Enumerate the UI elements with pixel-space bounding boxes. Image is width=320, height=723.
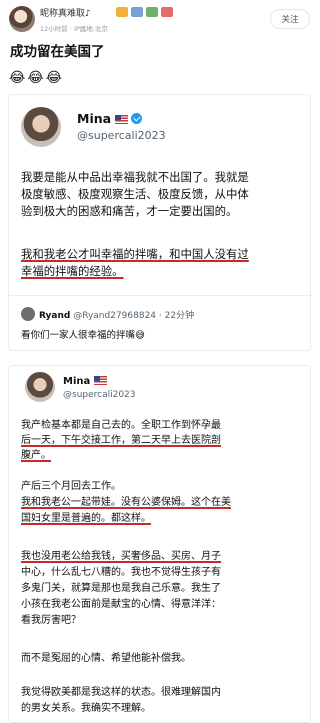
tweet-line-highlighted: 我和我老公一起带娃。没有公婆保姆。这个在美 <box>21 497 231 508</box>
follow-button[interactable]: 关注 <box>270 9 310 29</box>
embedded-screenshot-2[interactable]: Mina @supercali2023 我产检基本都是自己去的。全职工作到怀孕最… <box>8 365 311 723</box>
tweet-line: 小孩在我老公面前是献宝的心情、得意洋洋： <box>21 599 221 610</box>
tweet-line-highlighted: 腹产。 <box>21 450 51 461</box>
tweet-line: 我产检基本都是自己去的。全职工作到怀孕最 <box>21 420 221 431</box>
tweet-line-highlighted: 我也没用老公给我钱，买奢侈品、买房、月子 <box>21 551 221 562</box>
tweet-handle: @supercali2023 <box>77 129 166 142</box>
tweet-avatar <box>25 372 55 402</box>
tweet-author: Mina <box>77 111 143 126</box>
tweet-avatar <box>21 107 61 147</box>
honor-badge-icon <box>161 7 173 17</box>
quote-avatar <box>21 307 35 321</box>
tweet-paragraph-3: 我也没用老公给我钱，买奢侈品、买房、月子 中心，什么乱七八糟的。我也不觉得生孩子… <box>21 549 221 629</box>
post-title: 成功留在美国了 <box>10 44 105 60</box>
verified-icon <box>131 113 143 124</box>
quote-text: 看你们一家人很幸福的拌嘴😅 <box>21 330 145 341</box>
tweet-paragraph-5: 我觉得欧美都是我这样的状态。很难理解国内 的男女关系。我确实不理解。 <box>21 685 221 717</box>
post-header: 昵称真难取♪ 12小时前 · IP属地:北京 关注 <box>0 0 319 40</box>
quote-meta: @Ryand27968824 · 22分钟 <box>73 311 195 321</box>
us-flag-icon <box>94 376 108 385</box>
tweet-handle: @supercali2023 <box>63 390 136 400</box>
author-avatar[interactable] <box>9 6 35 32</box>
post-meta: 12小时前 · IP属地:北京 <box>40 25 108 33</box>
us-flag-icon <box>115 115 129 124</box>
tweet-paragraph-1: 我产检基本都是自己去的。全职工作到怀孕最 后一天，下午交接工作，第二天早上去医院… <box>21 418 221 463</box>
tweet-line-highlighted: 幸福的拌嘴的经验。 <box>21 264 124 278</box>
tweet-author-name: Mina <box>77 111 112 126</box>
quote-author: Ryand <box>39 311 71 321</box>
activity-badge-icon <box>146 7 158 17</box>
member-badge-icon <box>131 7 143 17</box>
embedded-screenshot-1[interactable]: Mina @supercali2023 我要是能从中品出幸福我就不出国了。我就是… <box>8 94 312 351</box>
tweet-line-highlighted: 后一天，下午交接工作，第二天早上去医院剖 <box>21 435 221 446</box>
tweet-line: 产后三个月回去工作。 <box>21 481 121 492</box>
tweet-line-highlighted: 国妇女里是普遍的。都这样。 <box>21 513 151 524</box>
tweet-paragraph-4: 而不是冤屈的心情、希望他能补偿我。 <box>21 651 191 667</box>
tweet-author-name: Mina <box>63 376 91 387</box>
tweet-line: 验到极大的困惑和痛苦，才一定要出国的。 <box>21 204 238 218</box>
tweet-paragraph-2: 产后三个月回去工作。 我和我老公一起带娃。没有公婆保姆。这个在美 国妇女里是普遍… <box>21 479 231 527</box>
tweet-line: 我觉得欧美都是我这样的状态。很难理解国内 <box>21 687 221 698</box>
tweet-line: 看我厉害吧？ <box>21 615 81 626</box>
tweet-line-highlighted: 我和我老公才叫幸福的拌嘴，和中国人没有过 <box>21 247 249 261</box>
tweet-paragraph-1: 我要是能从中品出幸福我就不出国了。我就是 极度敏感、极度观察生活、极度反馈，从中… <box>21 169 249 220</box>
tweet-line: 多鬼门关，就算是那也是我自己乐意。我生了 <box>21 583 221 594</box>
tweet-line: 而不是冤屈的心情、希望他能补偿我。 <box>21 653 191 664</box>
tweet-line: 极度敏感、极度观察生活、极度反馈，从中体 <box>21 187 249 201</box>
post-emojis: 😂😂😂 <box>9 70 65 86</box>
divider <box>9 295 312 296</box>
quote-header: Ryand @Ryand27968824 · 22分钟 <box>39 308 194 321</box>
tweet-line: 中心，什么乱七八糟的。我也不觉得生孩子有 <box>21 567 221 578</box>
tweet-paragraph-2: 我和我老公才叫幸福的拌嘴，和中国人没有过 幸福的拌嘴的经验。 <box>21 246 249 280</box>
level-badge-icon <box>116 7 128 17</box>
tweet-line: 我要是能从中品出幸福我就不出国了。我就是 <box>21 170 249 184</box>
tweet-author: Mina <box>63 376 108 387</box>
tweet-line: 的男女关系。我确实不理解。 <box>21 703 151 714</box>
author-name[interactable]: 昵称真难取♪ <box>40 6 91 19</box>
